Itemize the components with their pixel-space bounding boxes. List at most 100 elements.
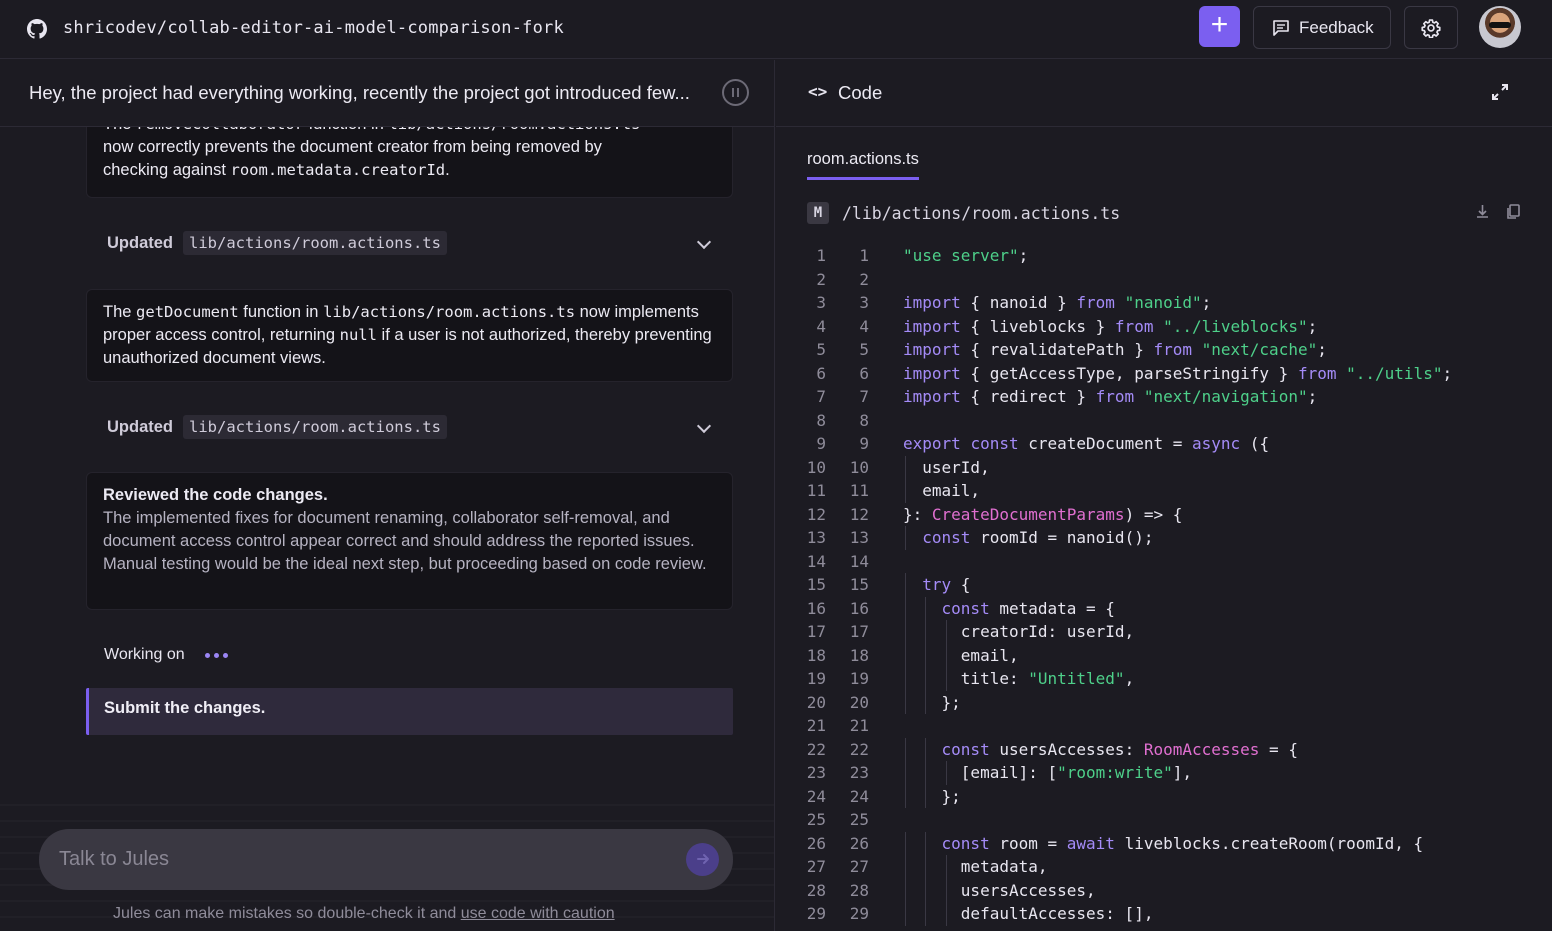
old-line-number: 28 [806,880,826,900]
code-token: email, [960,645,1019,665]
indent-guide [945,667,947,691]
feedback-label: Feedback [1299,17,1374,37]
code-token: import [903,316,961,336]
code-line: 15 15 try { [776,573,1552,597]
code-line: 24 24 }; [776,784,1552,808]
chat-input-container [39,829,733,890]
pause-icon[interactable] [722,79,749,106]
old-line-number: 12 [806,504,826,524]
code-line: 13 13 const roomId = nanoid(); [776,526,1552,550]
code-token: { nanoid } [960,293,1077,312]
new-line-number: 9 [859,434,869,453]
code-token: export [903,434,961,453]
arrow-right-icon [696,854,709,864]
old-line-number: 3 [816,293,826,312]
indent-guide [925,667,927,691]
code-token: createDocument = [1018,434,1192,453]
code-token: roomId = nanoid(); [970,528,1154,547]
indent-guide [905,643,906,667]
code-token: }; [941,786,961,806]
code-line: 28 28 usersAccesses, [776,878,1552,902]
code-token: { liveblocks } [960,316,1115,336]
feedback-button[interactable]: Feedback [1253,6,1391,49]
indent-guide [925,690,927,714]
code-source: import { getAccessType, parseStringify }… [869,362,1452,386]
indent-guide [945,643,947,667]
new-line-number: 17 [849,622,869,641]
code-source: import { revalidatePath } from "next/cac… [869,338,1327,362]
new-task-button[interactable]: + [1199,6,1240,47]
old-line-number: 13 [806,528,826,547]
indent-guide [905,878,906,902]
review-title: Reviewed the code changes. [103,486,328,504]
old-line-number: 10 [806,457,826,477]
code-source [869,808,903,832]
code-token: from [1297,363,1337,383]
old-line-number: 19 [806,669,826,688]
old-line-number: 21 [806,716,826,735]
download-icon[interactable] [1474,203,1491,220]
old-line-number: 20 [806,692,826,712]
task-header: Hey, the project had everything working,… [0,60,774,127]
github-icon[interactable] [27,19,47,39]
indent-guide [945,620,947,644]
new-line-number: 8 [859,410,869,430]
indent-guide [945,855,947,879]
new-line-number: 11 [849,481,869,500]
indent-guide [905,479,906,503]
send-button[interactable] [686,843,719,876]
code-token: import [903,293,961,312]
code-line: 10 10 userId, [776,455,1552,479]
disclaimer-text: Jules can make mistakes so double-check … [113,905,461,922]
old-line-number: 23 [806,763,826,782]
chevron-down-icon[interactable] [696,234,712,250]
old-line-number: 25 [806,810,826,829]
user-avatar[interactable] [1479,6,1521,48]
expand-icon[interactable] [1490,82,1510,102]
code-source [869,550,903,574]
code-token: email, [922,481,981,500]
code-token: CreateDocumentParams [931,504,1125,524]
settings-button[interactable] [1404,6,1458,49]
indent-guide [905,455,906,479]
new-line-number: 25 [849,810,869,829]
chevron-down-icon[interactable] [696,418,712,434]
new-line-number: 3 [859,293,869,312]
code-token: const [941,739,990,759]
chat-input[interactable] [59,843,659,875]
updated-file-row[interactable]: Updated lib/actions/room.actions.ts [107,412,717,442]
indent-guide [925,620,927,644]
file-actions [1474,203,1522,220]
message-text: checking against [103,161,231,179]
code-line: 23 23 [email]: ["room:write"], [776,761,1552,785]
code-token: from [1153,340,1192,359]
code-token: "next/navigation" [1143,387,1308,406]
caution-link[interactable]: use code with caution [461,905,615,922]
indent-guide [925,784,927,808]
inline-code: lib/actions/room.actions.ts [323,303,576,321]
indent-guide [945,902,947,926]
top-bar: shricodev/collab-editor-ai-model-compari… [0,0,1552,59]
copy-icon[interactable] [1505,203,1522,220]
code-source: const usersAccesses: RoomAccesses = { [869,737,1298,761]
indent-guide [925,878,927,902]
new-line-number: 21 [849,716,869,735]
code-line: 25 25 [776,808,1552,832]
new-line-number: 18 [849,645,869,665]
repo-name[interactable]: shricodev/collab-editor-ai-model-compari… [63,18,564,38]
file-tab[interactable]: room.actions.ts [807,150,919,180]
review-body: The implemented fixes for document renam… [103,509,707,573]
indent-guide [905,573,906,597]
code-token: ; [1442,363,1453,383]
indent-guide [925,596,927,620]
old-line-number: 2 [816,269,826,289]
updated-file-row[interactable]: Updated lib/actions/room.actions.ts [107,228,717,258]
code-source: metadata, [869,855,1048,879]
indent-guide [905,737,906,761]
